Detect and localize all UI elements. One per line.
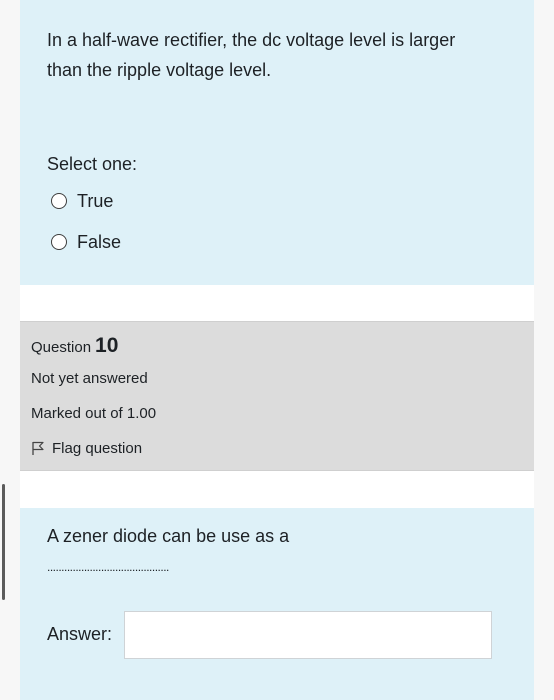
option-false[interactable]: False [51, 230, 121, 254]
flag-question-link[interactable]: Flag question [31, 440, 142, 457]
radio-false[interactable] [51, 234, 67, 250]
question-number: Question 10 [31, 334, 118, 358]
quiz-page: In a half-wave rectifier, the dc voltage… [0, 0, 554, 700]
select-one-label: Select one: [47, 154, 138, 174]
option-true-label: True [77, 190, 114, 211]
question-10-text: A zener diode can be use as a [47, 526, 290, 546]
option-true[interactable]: True [51, 189, 113, 213]
answer-input[interactable] [124, 611, 492, 659]
answer-label: Answer: [47, 624, 113, 644]
question-10-content: A zener diode can be use as a ..........… [20, 508, 534, 700]
scrollbar[interactable] [2, 484, 5, 600]
question-state: Not yet answered [31, 370, 148, 387]
question-9-content: In a half-wave rectifier, the dc voltage… [20, 0, 534, 285]
question-grade: Marked out of 1.00 [31, 405, 157, 422]
option-false-label: False [77, 231, 122, 252]
question-word: Question [31, 339, 92, 356]
flag-question-label: Flag question [52, 440, 143, 457]
question-number-value: 10 [95, 334, 119, 357]
question-10-info: Question 10 Not yet answered Marked out o… [20, 321, 534, 471]
radio-true[interactable] [51, 193, 67, 209]
spacer [20, 285, 534, 321]
answer-blank: ........................................… [47, 560, 169, 574]
spacer [20, 471, 534, 508]
question-9-text: In a half-wave rectifier, the dc voltage… [47, 30, 456, 80]
flag-icon [32, 441, 44, 455]
